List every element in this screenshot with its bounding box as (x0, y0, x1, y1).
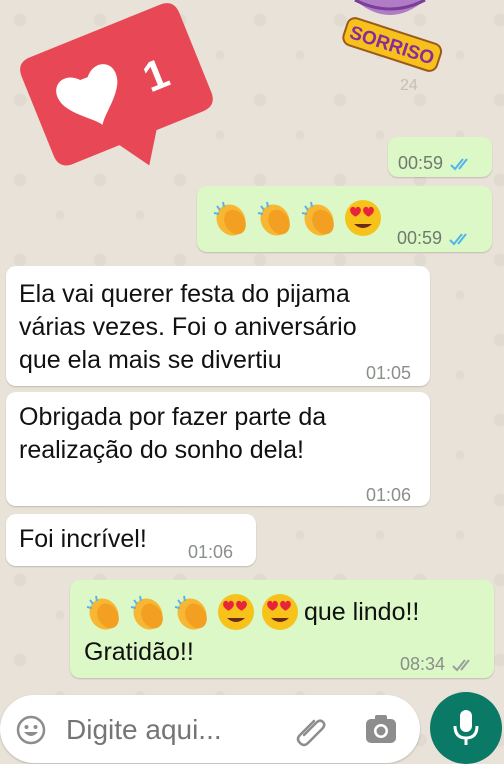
message-meta: 08:34 (400, 648, 477, 681)
logo-subtext: 24 (400, 77, 418, 94)
emoji-icon[interactable] (16, 715, 46, 745)
message-time: 01:05 (366, 363, 412, 383)
message-time: 08:34 (400, 654, 446, 674)
sorriso-logo: SORRISO 24 (330, 0, 450, 115)
message-bubble-outgoing[interactable]: que lindo!! Gratidão!! 08:34 (70, 580, 494, 678)
message-text: Foi incrível! (19, 525, 147, 553)
clapping-hands-icon (301, 201, 334, 236)
message-text: Obrigada por fazer parte da realização d… (19, 403, 327, 464)
clapping-hands-icon (86, 595, 119, 630)
clapping-hands-icon (257, 201, 290, 236)
camera-icon[interactable] (364, 713, 398, 745)
attach-icon[interactable] (294, 713, 328, 747)
message-bubble-incoming[interactable]: Ela vai querer festa do pijama várias ve… (6, 266, 430, 386)
mic-button[interactable] (430, 692, 502, 764)
clapping-hands-icon (174, 595, 207, 630)
message-bubble-incoming[interactable]: Obrigada por fazer parte da realização d… (6, 392, 430, 506)
message-meta: 00:59 (397, 222, 474, 255)
double-check-read-icon (449, 232, 467, 245)
message-meta: 00:59 (398, 147, 475, 180)
message-text-line2: Gratidão!! (84, 638, 194, 666)
message-bubble-outgoing[interactable]: 00:59 (388, 137, 492, 177)
clapping-hands-icon (213, 201, 246, 236)
message-bubble-incoming[interactable]: Foi incrível! 01:06 (6, 514, 256, 566)
heart-eyes-emoji-icon (345, 200, 381, 236)
message-bubble-outgoing[interactable]: 00:59 (197, 186, 492, 252)
clapping-hands-icon (130, 595, 163, 630)
message-time: 00:59 (398, 153, 444, 173)
double-check-read-icon (450, 157, 468, 170)
heart-eyes-emoji-icon (262, 594, 298, 630)
message-text: que lindo!! (304, 597, 420, 626)
heart-eyes-emoji-icon (218, 594, 254, 630)
message-time: 01:06 (366, 485, 412, 505)
message-time: 00:59 (397, 228, 443, 248)
emoji-row: que lindo!! (84, 592, 419, 632)
double-check-delivered-icon (452, 658, 470, 671)
message-input[interactable] (64, 709, 268, 751)
message-text: Ela vai querer festa do pijama várias ve… (19, 280, 357, 374)
emoji-row (211, 198, 383, 238)
message-time: 01:06 (188, 542, 234, 562)
microphone-icon (453, 710, 479, 745)
notification-badge: 1 (0, 0, 230, 215)
message-composer (0, 695, 420, 763)
